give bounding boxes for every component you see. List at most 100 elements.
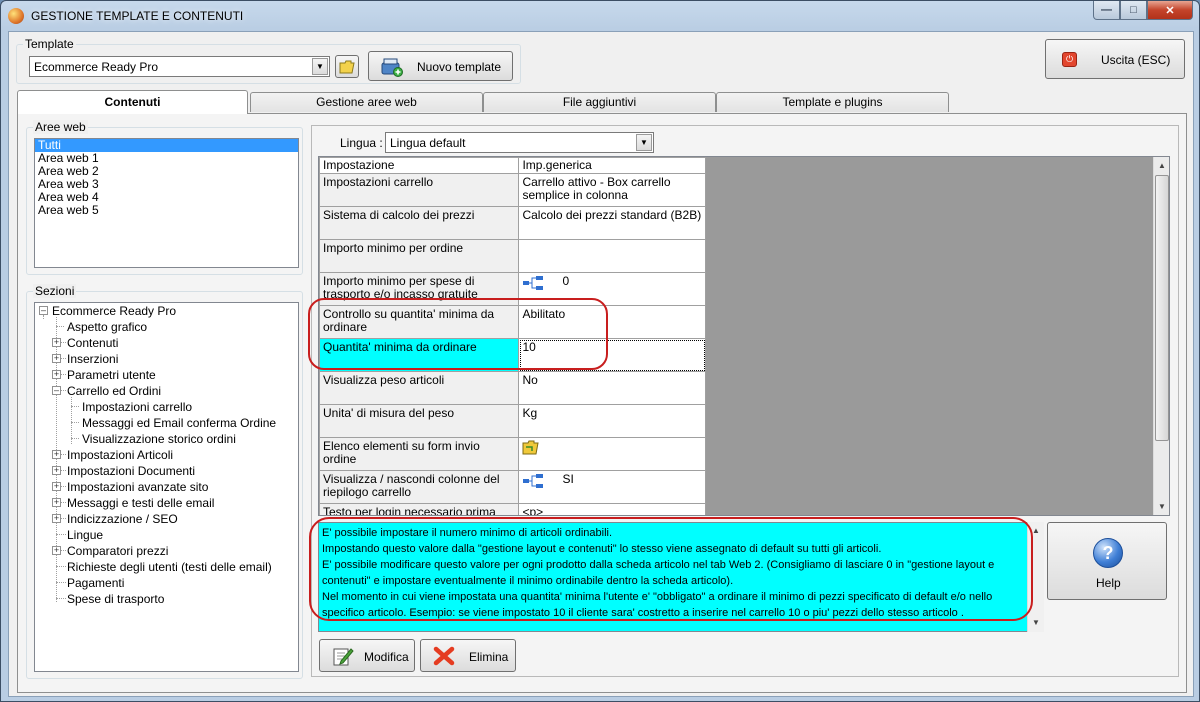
template-legend: Template [23, 37, 76, 51]
tree-node[interactable]: Carrello ed Ordini [67, 384, 161, 398]
tab-template-plugins[interactable]: Template e plugins [716, 92, 949, 112]
sezioni-group: Sezioni – Ecommerce Ready Pro Aspetto gr… [26, 284, 303, 679]
sezioni-tree[interactable]: – Ecommerce Ready Pro Aspetto grafico + … [34, 302, 299, 672]
tree-icon[interactable] [522, 275, 544, 291]
minimize-button[interactable]: — [1093, 1, 1120, 20]
description-box[interactable]: E' possibile impostare il numero minimo … [318, 522, 1030, 632]
tree-node[interactable]: Aspetto grafico [67, 320, 147, 334]
tree-node[interactable]: Impostazioni carrello [82, 400, 192, 414]
tree-node[interactable]: Impostazioni avanzate sito [67, 480, 208, 494]
setting-value-cell[interactable]: 0 [518, 272, 706, 306]
expand-icon[interactable]: + [52, 354, 61, 363]
tree-node[interactable]: Richieste degli utenti (testi delle emai… [67, 560, 272, 574]
column-header-imp-generica[interactable]: Imp.generica [518, 157, 706, 174]
scroll-down-icon[interactable]: ▼ [1154, 498, 1169, 515]
setting-value[interactable] [518, 239, 706, 273]
tree-node[interactable]: Contenuti [67, 336, 118, 350]
settings-table: Impostazione Imp.generica Impostazioni c… [319, 157, 706, 515]
description-scrollbar[interactable]: ▲ ▼ [1027, 522, 1044, 632]
expand-icon[interactable]: + [52, 370, 61, 379]
scroll-up-icon[interactable]: ▲ [1154, 157, 1169, 174]
tree-node[interactable]: Messaggi e testi delle email [67, 496, 214, 510]
list-item[interactable]: Area web 5 [35, 204, 298, 217]
tree-node[interactable]: Ecommerce Ready Pro [52, 304, 176, 318]
tree-node[interactable]: Pagamenti [67, 576, 124, 590]
lingua-select[interactable]: Lingua default ▼ [385, 132, 654, 153]
aree-web-list[interactable]: Tutti Area web 1 Area web 2 Area web 3 A… [34, 138, 299, 268]
tree-node[interactable]: Inserzioni [67, 352, 118, 366]
setting-value[interactable]: Calcolo dei prezzi standard (B2B) [518, 206, 706, 240]
help-button[interactable]: ? Help [1047, 522, 1167, 600]
modifica-button[interactable]: Modifica [319, 639, 415, 672]
table-row[interactable]: Controllo su quantita' minima da ordinar… [319, 305, 706, 339]
table-row[interactable]: Testo per login necessario prima <p> [319, 503, 706, 515]
table-row[interactable]: Sistema di calcolo dei prezzi Calcolo de… [319, 206, 706, 240]
scroll-down-icon[interactable]: ▼ [1028, 614, 1044, 631]
table-row[interactable]: Visualizza peso articoli No [319, 371, 706, 405]
tree-node[interactable]: Impostazioni Articoli [67, 448, 173, 462]
table-row[interactable]: Impostazioni carrello Carrello attivo - … [319, 173, 706, 207]
tab-template-plugins-label: Template e plugins [782, 95, 883, 109]
tree-node[interactable]: Parametri utente [67, 368, 156, 382]
tab-contenuti[interactable]: Contenuti [17, 90, 248, 114]
grid-scrollbar[interactable]: ▲ ▼ [1153, 157, 1169, 515]
setting-value[interactable]: <p> [518, 503, 706, 515]
setting-value-input[interactable]: 10 [518, 338, 706, 372]
tree-icon[interactable] [522, 473, 544, 489]
tab-gestione-aree-web[interactable]: Gestione aree web [250, 92, 483, 112]
expand-icon[interactable]: + [52, 482, 61, 491]
table-row[interactable]: Importo minimo per spese di trasporto e/… [319, 272, 706, 306]
expand-icon[interactable]: + [52, 546, 61, 555]
open-folder-button[interactable] [335, 55, 359, 78]
expand-icon[interactable]: + [52, 514, 61, 523]
expand-icon[interactable]: + [52, 338, 61, 347]
tree-node[interactable]: Spese di trasporto [67, 592, 164, 606]
settings-grid[interactable]: Impostazione Imp.generica Impostazioni c… [318, 156, 1170, 516]
table-row[interactable]: Importo minimo per ordine [319, 239, 706, 273]
close-icon: ✕ [1165, 4, 1175, 17]
setting-value[interactable]: Abilitato [518, 305, 706, 339]
tree-node[interactable]: Lingue [67, 528, 103, 542]
help-icon: ? [1093, 538, 1123, 568]
setting-value-cell[interactable] [518, 437, 706, 471]
tree-node[interactable]: Visualizzazione storico ordini [82, 432, 236, 446]
elimina-button[interactable]: Elimina [420, 639, 516, 672]
folder-icon[interactable] [522, 440, 540, 455]
tree-node[interactable]: Comparatori prezzi [67, 544, 168, 558]
chevron-down-icon[interactable]: ▼ [312, 58, 328, 75]
setting-value-cell[interactable]: SI [518, 470, 706, 504]
setting-value[interactable]: Kg [518, 404, 706, 438]
collapse-icon[interactable]: – [52, 386, 61, 395]
scroll-up-icon[interactable]: ▲ [1028, 522, 1044, 539]
tree-node[interactable]: Messaggi ed Email conferma Ordine [82, 416, 276, 430]
setting-value[interactable]: No [518, 371, 706, 405]
template-select[interactable]: Ecommerce Ready Pro ▼ [29, 56, 330, 77]
sezioni-legend: Sezioni [33, 284, 77, 298]
expand-icon[interactable]: + [52, 498, 61, 507]
scroll-thumb[interactable] [1155, 175, 1169, 441]
aree-web-group: Aree web Tutti Area web 1 Area web 2 Are… [26, 120, 303, 275]
table-row[interactable]: Elenco elementi su form invio ordine [319, 437, 706, 471]
chevron-down-icon[interactable]: ▼ [636, 134, 652, 151]
app-icon [8, 8, 24, 24]
table-row[interactable]: Visualizza / nascondi colonne del riepil… [319, 470, 706, 504]
expand-icon[interactable]: + [52, 466, 61, 475]
collapse-icon[interactable]: – [39, 306, 48, 315]
tab-file-aggiuntivi[interactable]: File aggiuntivi [483, 92, 716, 112]
maximize-button[interactable]: □ [1120, 1, 1147, 20]
setting-name: Importo minimo per spese di trasporto e/… [319, 272, 520, 306]
setting-value[interactable]: Carrello attivo - Box carrello semplice … [518, 173, 706, 207]
column-header-impostazione[interactable]: Impostazione [319, 157, 520, 174]
exit-button[interactable]: ⏻ Uscita (ESC) [1045, 39, 1185, 79]
expand-icon[interactable]: + [52, 450, 61, 459]
table-row[interactable]: Unita' di misura del peso Kg [319, 404, 706, 438]
tree-node[interactable]: Impostazioni Documenti [67, 464, 195, 478]
setting-name: Elenco elementi su form invio ordine [319, 437, 520, 471]
title-bar[interactable]: GESTIONE TEMPLATE E CONTENUTI — □ ✕ [1, 1, 1199, 31]
template-select-value: Ecommerce Ready Pro [34, 60, 159, 74]
new-template-button[interactable]: Nuovo template [368, 51, 513, 81]
close-button[interactable]: ✕ [1147, 1, 1193, 20]
tree-node[interactable]: Indicizzazione / SEO [67, 512, 178, 526]
table-row-selected[interactable]: Quantita' minima da ordinare 10 [319, 338, 706, 372]
exit-icon: ⏻ [1062, 52, 1077, 67]
